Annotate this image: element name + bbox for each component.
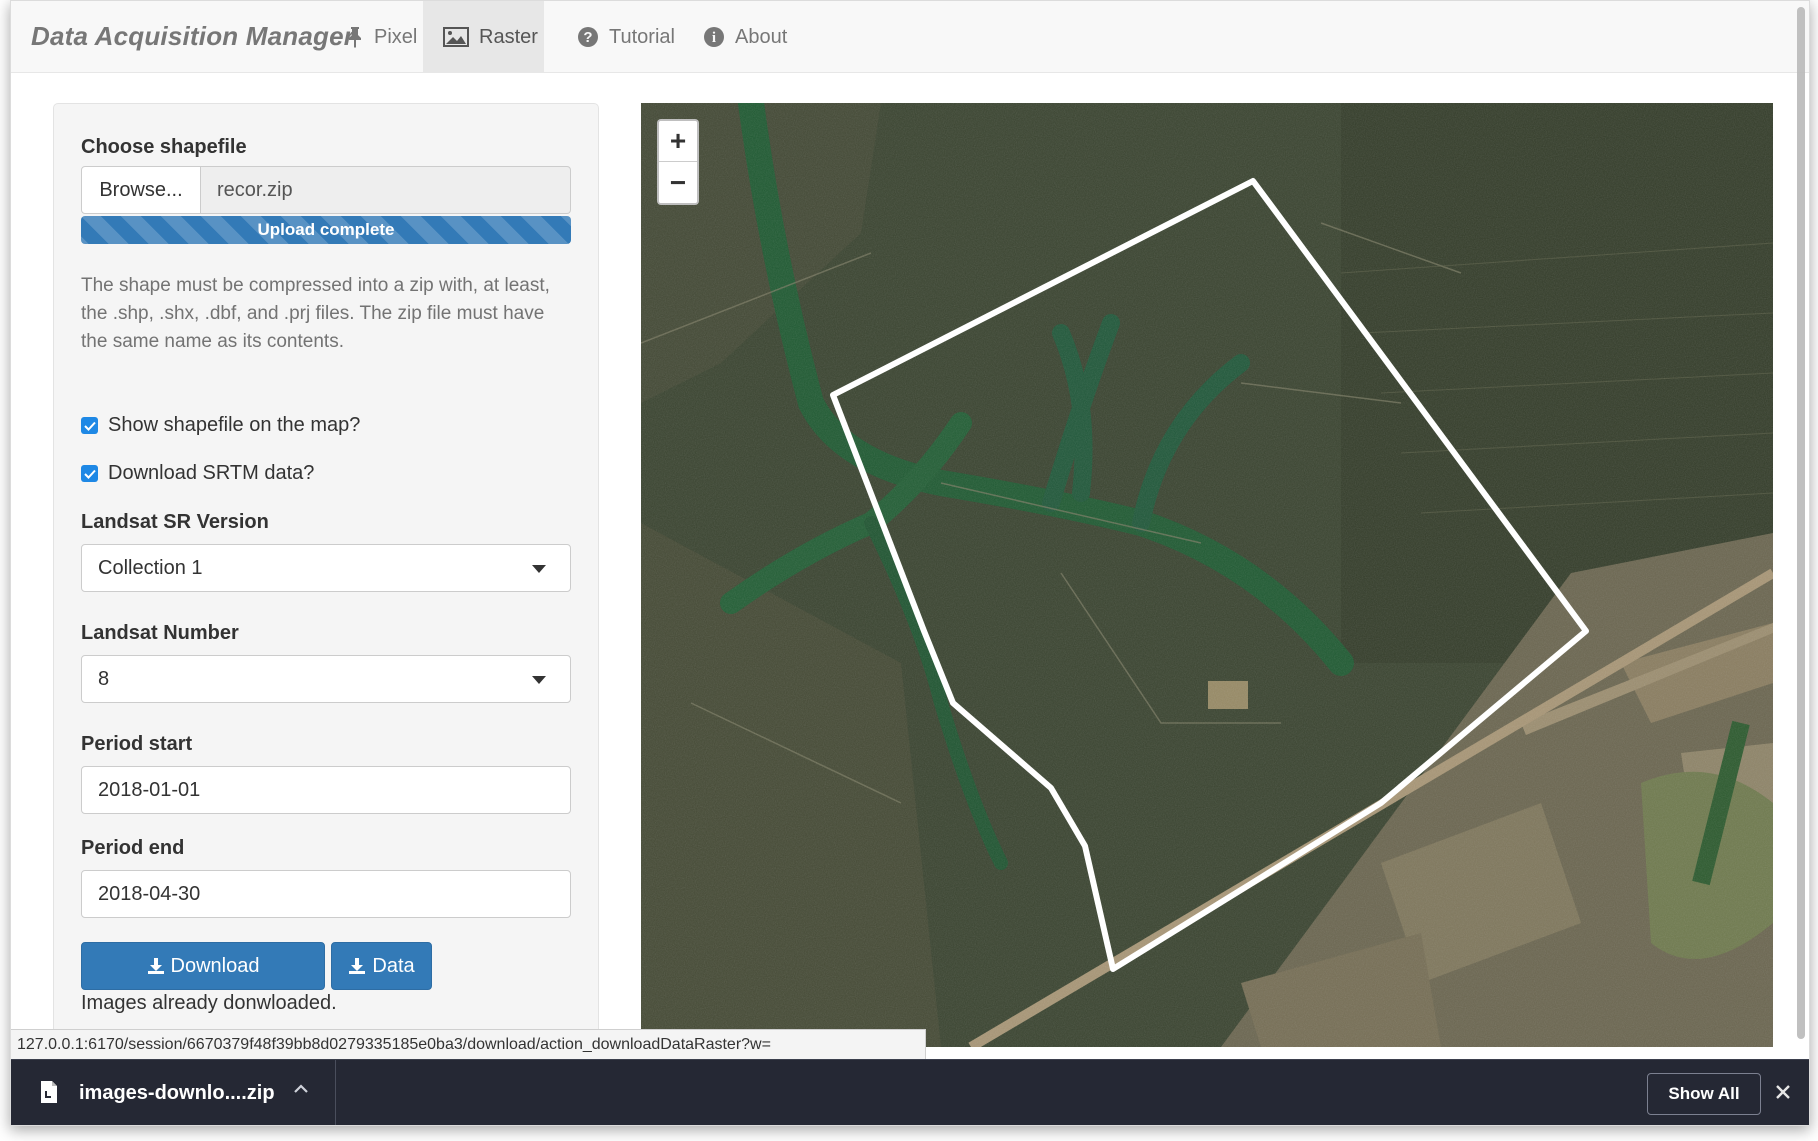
landsat-sr-select[interactable]: Collection 1 bbox=[81, 544, 571, 592]
tab-pixel-label: Pixel bbox=[374, 25, 418, 48]
data-button[interactable]: Data bbox=[331, 942, 432, 990]
download-item[interactable]: images-downlo....zip bbox=[11, 1060, 336, 1125]
tab-raster[interactable]: Raster bbox=[423, 1, 544, 73]
landsat-number-select[interactable]: 8 bbox=[81, 655, 571, 703]
chevron-down-icon bbox=[532, 676, 546, 684]
navbar: Data Acquisition Manager Pixel Raster ? … bbox=[11, 1, 1809, 73]
browser-window: Data Acquisition Manager Pixel Raster ? … bbox=[10, 0, 1810, 1126]
chevron-down-icon bbox=[532, 565, 546, 573]
info-icon: i bbox=[703, 26, 725, 48]
close-icon[interactable] bbox=[1773, 1082, 1793, 1107]
period-end-input[interactable]: 2018-04-30 bbox=[81, 870, 571, 918]
show-shapefile-label: Show shapefile on the map? bbox=[108, 414, 361, 436]
download-icon bbox=[348, 957, 366, 975]
period-start-input[interactable]: 2018-01-01 bbox=[81, 766, 571, 814]
zoom-in-button[interactable]: + bbox=[659, 121, 697, 162]
data-button-label: Data bbox=[372, 954, 415, 977]
period-start-label: Period start bbox=[81, 733, 193, 755]
upload-progress-bar: Upload complete bbox=[81, 216, 571, 244]
sidebar-panel: Choose shapefile Browse... recor.zip Upl… bbox=[53, 103, 599, 1063]
download-icon bbox=[147, 957, 165, 975]
tab-tutorial-label: Tutorial bbox=[609, 25, 675, 48]
app-brand: Data Acquisition Manager bbox=[31, 21, 355, 51]
show-all-button[interactable]: Show All bbox=[1647, 1073, 1761, 1115]
download-srtm-checkbox[interactable] bbox=[81, 465, 98, 482]
chevron-up-icon[interactable] bbox=[293, 1082, 309, 1101]
landsat-number-label: Landsat Number bbox=[81, 622, 239, 644]
tab-about[interactable]: i About bbox=[691, 1, 799, 73]
landsat-number-value: 8 bbox=[98, 667, 110, 690]
download-file-name: images-downlo....zip bbox=[79, 1082, 275, 1104]
svg-text:i: i bbox=[712, 30, 716, 46]
tab-about-label: About bbox=[735, 25, 788, 48]
file-name-field[interactable]: recor.zip bbox=[201, 166, 571, 214]
file-icon bbox=[39, 1080, 59, 1109]
tab-raster-label: Raster bbox=[479, 25, 538, 48]
download-bar: images-downlo....zip Show All bbox=[11, 1059, 1809, 1125]
landsat-sr-value: Collection 1 bbox=[98, 556, 203, 579]
help-text: The shape must be compressed into a zip … bbox=[81, 275, 550, 352]
upload-status: Upload complete bbox=[257, 220, 395, 239]
landsat-sr-label: Landsat SR Version bbox=[81, 511, 269, 533]
satellite-map[interactable]: + − bbox=[641, 103, 1773, 1047]
download-srtm-label: Download SRTM data? bbox=[108, 462, 315, 484]
file-input-group: Browse... recor.zip bbox=[81, 166, 571, 214]
pin-icon bbox=[346, 26, 364, 48]
download-button[interactable]: Download bbox=[81, 942, 325, 990]
status-message: Images already donwloaded. bbox=[81, 992, 337, 1014]
picture-icon bbox=[443, 27, 469, 47]
browse-button[interactable]: Browse... bbox=[81, 166, 201, 214]
shapefile-label: Choose shapefile bbox=[81, 136, 247, 158]
zoom-out-button[interactable]: − bbox=[659, 162, 697, 203]
download-srtm-checkbox-row[interactable]: Download SRTM data? bbox=[81, 462, 314, 485]
tab-tutorial[interactable]: ? Tutorial bbox=[565, 1, 687, 73]
tab-pixel[interactable]: Pixel bbox=[334, 1, 429, 73]
svg-text:?: ? bbox=[583, 29, 592, 46]
status-url: 127.0.0.1:6170/session/6670379f48f39bb8d… bbox=[11, 1029, 926, 1059]
zoom-control: + − bbox=[657, 119, 699, 205]
show-shapefile-checkbox[interactable] bbox=[81, 417, 98, 434]
page-scrollbar[interactable] bbox=[1797, 7, 1805, 1039]
show-shapefile-checkbox-row[interactable]: Show shapefile on the map? bbox=[81, 414, 360, 437]
question-icon: ? bbox=[577, 26, 599, 48]
satellite-imagery bbox=[641, 103, 1773, 1047]
period-end-label: Period end bbox=[81, 837, 185, 859]
download-button-label: Download bbox=[170, 954, 260, 977]
